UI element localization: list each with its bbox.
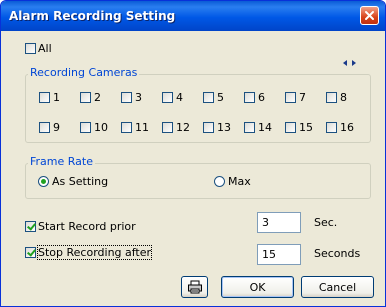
camera-9-label: 9	[53, 121, 60, 134]
all-label: All	[38, 42, 52, 55]
dialog-body: All Recording Cameras 1 2 3 4 5 6 7 8 9 10 11 12 13 1…	[1, 31, 385, 306]
camera-13-label: 13	[217, 121, 231, 134]
camera-5-checkbox[interactable]	[203, 92, 214, 103]
stop-recording-unit: Seconds	[314, 247, 361, 260]
title-bar[interactable]: Alarm Recording Setting	[1, 1, 385, 31]
start-record-prior-input[interactable]: 3	[257, 212, 301, 233]
stop-recording-after-label: Stop Recording after	[36, 245, 153, 260]
max-label: Max	[228, 175, 251, 188]
camera-10-label: 10	[94, 121, 108, 134]
camera-15-checkbox[interactable]	[285, 122, 296, 133]
camera-12-label: 12	[176, 121, 190, 134]
stop-recording-after-input[interactable]: 15	[257, 244, 301, 265]
camera-11-label: 11	[135, 121, 149, 134]
camera-8-label: 8	[340, 91, 347, 104]
camera-3-label: 3	[135, 91, 142, 104]
camera-14-label: 14	[258, 121, 272, 134]
camera-11-checkbox[interactable]	[121, 122, 132, 133]
camera-12-checkbox[interactable]	[162, 122, 173, 133]
camera-3-checkbox[interactable]	[121, 92, 132, 103]
as-setting-label: As Setting	[52, 175, 109, 188]
device-button[interactable]	[181, 276, 208, 298]
camera-1-checkbox[interactable]	[39, 92, 50, 103]
camera-6-checkbox[interactable]	[244, 92, 255, 103]
camera-4-checkbox[interactable]	[162, 92, 173, 103]
camera-4-label: 4	[176, 91, 183, 104]
recording-cameras-group	[25, 74, 371, 143]
ok-button[interactable]: OK	[221, 276, 294, 298]
camera-7-label: 7	[299, 91, 306, 104]
start-record-unit: Sec.	[314, 216, 338, 229]
all-checkbox[interactable]	[25, 43, 36, 54]
start-record-prior-label: Start Record prior	[38, 220, 136, 233]
camera-16-label: 16	[340, 121, 354, 134]
camera-2-checkbox[interactable]	[80, 92, 91, 103]
camera-9-checkbox[interactable]	[39, 122, 50, 133]
arrow-right-icon[interactable]	[352, 59, 356, 66]
arrow-left-icon[interactable]	[343, 59, 347, 66]
as-setting-radio[interactable]	[38, 176, 49, 187]
camera-page-arrows	[340, 57, 359, 68]
camera-1-label: 1	[53, 91, 60, 104]
stop-recording-after-checkbox[interactable]	[25, 247, 36, 258]
close-button[interactable]	[360, 6, 379, 25]
camera-14-checkbox[interactable]	[244, 122, 255, 133]
camera-16-checkbox[interactable]	[326, 122, 337, 133]
dialog-window: Alarm Recording Setting All Recording Ca…	[0, 0, 386, 307]
close-icon	[365, 11, 374, 20]
frame-rate-title: Frame Rate	[28, 155, 95, 168]
camera-13-checkbox[interactable]	[203, 122, 214, 133]
camera-7-checkbox[interactable]	[285, 92, 296, 103]
recording-cameras-title: Recording Cameras	[28, 66, 140, 79]
camera-15-label: 15	[299, 121, 313, 134]
max-radio[interactable]	[214, 176, 225, 187]
camera-8-checkbox[interactable]	[326, 92, 337, 103]
window-title: Alarm Recording Setting	[9, 9, 176, 23]
printer-icon	[187, 280, 202, 294]
camera-2-label: 2	[94, 91, 101, 104]
camera-10-checkbox[interactable]	[80, 122, 91, 133]
camera-5-label: 5	[217, 91, 224, 104]
start-record-prior-checkbox[interactable]	[25, 221, 36, 232]
cancel-button[interactable]: Cancel	[301, 276, 374, 298]
camera-6-label: 6	[258, 91, 265, 104]
